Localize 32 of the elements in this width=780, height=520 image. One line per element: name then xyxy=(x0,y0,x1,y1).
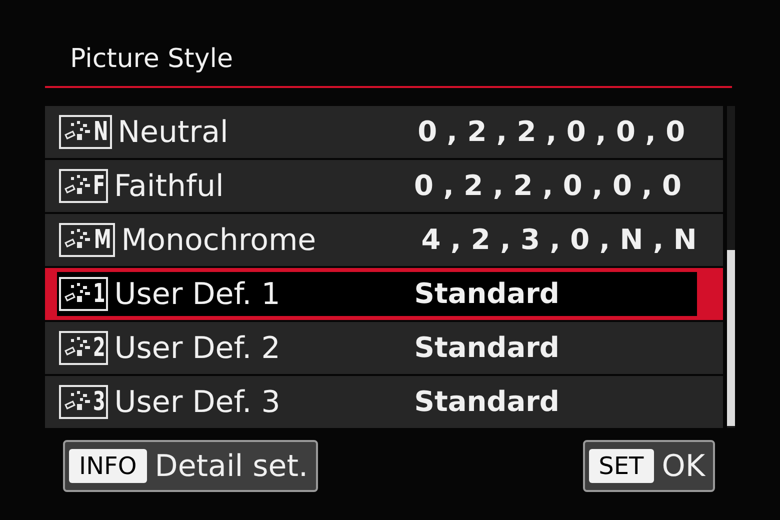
style-row[interactable]: 1 User Def. 1 Standard xyxy=(45,268,724,320)
picture-style-icon: 3 xyxy=(59,385,108,419)
button-label: OK xyxy=(662,448,705,486)
style-name: User Def. 1 xyxy=(114,276,282,314)
style-row[interactable]: N Neutral 0 , 2 , 2 , 0 , 0 , 0 xyxy=(45,106,724,158)
scroll-thumb[interactable] xyxy=(727,250,735,426)
style-name: User Def. 2 xyxy=(114,330,282,368)
style-row[interactable]: 2 User Def. 2 Standard xyxy=(45,322,724,374)
footer-button[interactable]: INFO Detail set. xyxy=(63,440,318,492)
footer-button[interactable]: SET OK xyxy=(582,440,715,492)
style-settings: Standard xyxy=(414,276,560,312)
style-name: Monochrome xyxy=(121,222,318,260)
style-row[interactable]: 3 User Def. 3 Standard xyxy=(45,376,724,428)
picture-style-icon: N xyxy=(59,115,112,149)
style-name: User Def. 3 xyxy=(114,384,282,422)
style-settings: Standard xyxy=(414,384,560,420)
style-name: Faithful xyxy=(114,168,225,206)
menu-title: Picture Style xyxy=(69,46,234,76)
style-settings: 0 , 2 , 2 , 0 , 0 , 0 xyxy=(414,168,682,204)
picture-style-icon: 2 xyxy=(59,331,108,365)
style-row[interactable]: F Faithful 0 , 2 , 2 , 0 , 0 , 0 xyxy=(45,160,724,212)
button-label: Detail set. xyxy=(154,448,308,486)
key-label: INFO xyxy=(69,449,147,483)
style-settings: Standard xyxy=(414,330,560,366)
key-label: SET xyxy=(588,449,654,483)
style-name: Neutral xyxy=(118,114,230,152)
style-settings: 0 , 2 , 2 , 0 , 0 , 0 xyxy=(418,114,686,150)
style-row[interactable]: M Monochrome 4 , 2 , 3 , 0 , N , N xyxy=(45,214,724,266)
style-settings: 4 , 2 , 3 , 0 , N , N xyxy=(421,222,697,258)
picture-style-icon: M xyxy=(59,223,116,257)
picture-style-icon: 1 xyxy=(59,277,108,311)
picture-style-icon: F xyxy=(59,169,108,203)
